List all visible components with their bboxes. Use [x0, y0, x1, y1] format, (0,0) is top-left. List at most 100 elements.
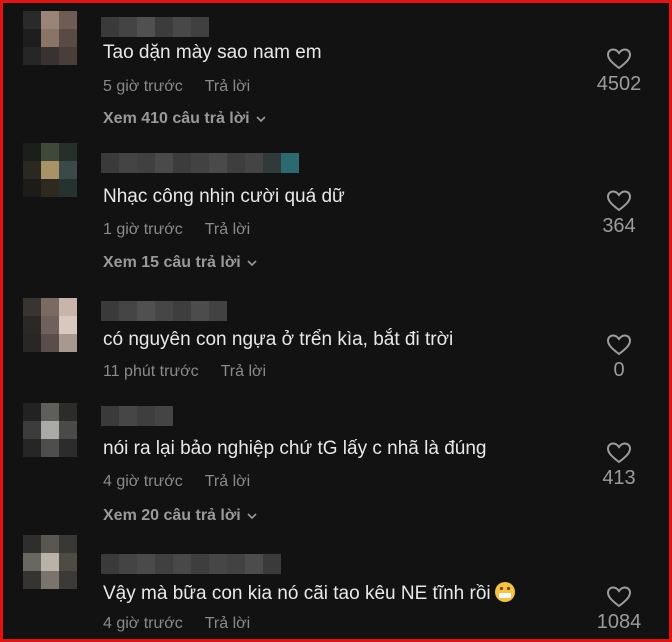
username-pixel	[101, 406, 119, 426]
comment-time: 4 giờ trước	[103, 473, 183, 490]
view-replies-button[interactable]: Xem 15 câu trả lời	[103, 254, 257, 272]
comment-meta: 11 phút trước Trả lời	[103, 363, 266, 381]
avatar[interactable]	[23, 535, 77, 589]
avatar-pixel	[23, 439, 41, 457]
username-pixel	[119, 17, 137, 37]
avatar-pixel	[59, 29, 77, 47]
heart-outline-icon[interactable]	[606, 585, 632, 609]
username-pixel	[209, 301, 227, 321]
username-pixel	[191, 17, 209, 37]
username-pixel	[137, 301, 155, 321]
username-pixel	[263, 153, 281, 173]
view-replies-button[interactable]: Xem 410 câu trả lời	[103, 110, 266, 128]
comment-text: có nguyên con ngựa ở trển kìa, bắt đi tr…	[103, 329, 454, 350]
username-pixel	[119, 301, 137, 321]
like-count: 364	[602, 215, 636, 237]
username-pixel	[191, 554, 209, 574]
like-count: 4502	[596, 73, 642, 95]
avatar-pixel	[59, 553, 77, 571]
username-pixel	[137, 153, 155, 173]
username-pixel	[101, 17, 119, 37]
username-blurred[interactable]	[101, 406, 173, 426]
like-control[interactable]: 4502	[589, 47, 649, 96]
username-pixel	[245, 153, 263, 173]
like-control[interactable]: 1084	[589, 585, 649, 634]
avatar-pixel	[41, 179, 59, 197]
comment-text: Tao dặn mày sao nam em	[103, 42, 322, 63]
view-replies-label: Xem 410 câu trả lời	[103, 110, 250, 127]
avatar-pixel	[23, 29, 41, 47]
username-pixel	[155, 406, 173, 426]
avatar[interactable]	[23, 403, 77, 457]
reply-button[interactable]: Trả lời	[205, 473, 250, 490]
comment-meta: 4 giờ trước Trả lời	[103, 473, 250, 491]
avatar-pixel	[41, 571, 59, 589]
username-pixel	[263, 554, 281, 574]
username-pixel	[119, 554, 137, 574]
chevron-down-icon	[247, 513, 257, 520]
avatar-pixel	[59, 535, 77, 553]
avatar-pixel	[41, 553, 59, 571]
username-pixel	[191, 301, 209, 321]
username-pixel	[155, 301, 173, 321]
avatar-pixel	[23, 143, 41, 161]
avatar-pixel	[59, 439, 77, 457]
avatar-pixel	[23, 403, 41, 421]
avatar[interactable]	[23, 298, 77, 352]
username-blurred[interactable]	[101, 554, 281, 574]
view-replies-label: Xem 15 câu trả lời	[103, 254, 241, 271]
view-replies-button[interactable]: Xem 20 câu trả lời	[103, 507, 257, 525]
avatar-pixel	[23, 11, 41, 29]
username-pixel	[137, 17, 155, 37]
username-pixel	[155, 17, 173, 37]
avatar-pixel	[41, 421, 59, 439]
username-pixel	[245, 554, 263, 574]
username-pixel	[101, 301, 119, 321]
avatar-pixel	[41, 403, 59, 421]
username-blurred[interactable]	[101, 17, 209, 37]
avatar-pixel	[41, 316, 59, 334]
avatar-pixel	[23, 47, 41, 65]
heart-outline-icon[interactable]	[606, 189, 632, 213]
avatar[interactable]	[23, 11, 77, 65]
like-count: 1084	[596, 611, 642, 633]
like-count: 0	[613, 359, 625, 381]
username-pixel	[191, 153, 209, 173]
reply-button[interactable]: Trả lời	[221, 363, 266, 380]
heart-outline-icon[interactable]	[606, 47, 632, 71]
comments-panel: Tao dặn mày sao nam em 5 giờ trước Trả lờ…	[0, 0, 672, 642]
avatar-pixel	[23, 161, 41, 179]
reply-button[interactable]: Trả lời	[205, 78, 250, 95]
heart-outline-icon[interactable]	[606, 441, 632, 465]
username-pixel	[173, 153, 191, 173]
avatar-pixel	[59, 298, 77, 316]
avatar-pixel	[41, 298, 59, 316]
username-pixel	[101, 153, 119, 173]
avatar-pixel	[59, 143, 77, 161]
username-pixel	[155, 153, 173, 173]
username-blurred[interactable]	[101, 153, 299, 173]
avatar-pixel	[23, 316, 41, 334]
avatar-pixel	[59, 316, 77, 334]
like-control[interactable]: 0	[589, 333, 649, 382]
comment-time: 1 giờ trước	[103, 221, 183, 238]
reply-button[interactable]: Trả lời	[205, 221, 250, 238]
like-control[interactable]: 364	[589, 189, 649, 238]
username-pixel	[173, 301, 191, 321]
comment-text: Vậy mà bữa con kia nó cãi tao kêu NE tĩn…	[103, 582, 515, 605]
chevron-down-icon	[247, 260, 257, 267]
comment-text: Nhạc công nhịn cười quá dữ	[103, 186, 345, 207]
avatar-pixel	[41, 143, 59, 161]
avatar[interactable]	[23, 143, 77, 197]
like-count: 413	[602, 467, 636, 489]
comment-time: 5 giờ trước	[103, 78, 183, 95]
username-pixel	[173, 554, 191, 574]
heart-outline-icon[interactable]	[606, 333, 632, 357]
username-blurred[interactable]	[101, 301, 227, 321]
comment-text-content: Vậy mà bữa con kia nó cãi tao kêu NE tĩn…	[103, 583, 491, 604]
avatar-pixel	[23, 334, 41, 352]
avatar-pixel	[59, 421, 77, 439]
like-control[interactable]: 413	[589, 441, 649, 490]
reply-button[interactable]: Trả lời	[205, 615, 250, 632]
chevron-down-icon	[255, 116, 266, 123]
